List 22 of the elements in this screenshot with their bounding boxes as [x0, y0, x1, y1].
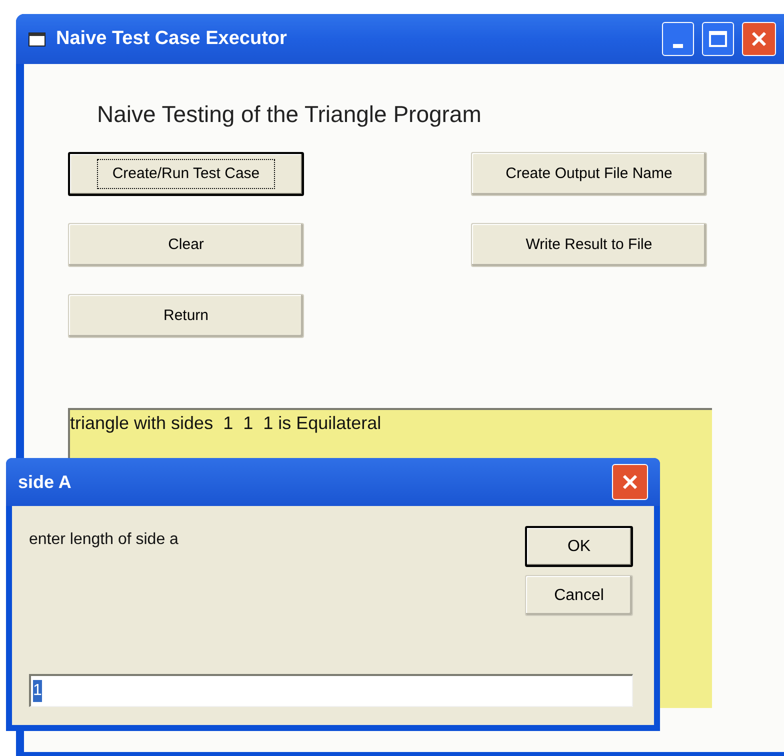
action-button[interactable]: Clear	[68, 223, 304, 267]
close-button[interactable]	[742, 22, 776, 56]
close-button[interactable]	[612, 464, 648, 500]
maximize-button[interactable]	[702, 22, 734, 56]
close-icon	[750, 30, 768, 48]
close-icon	[621, 473, 639, 491]
action-button[interactable]: Write Result to File	[471, 223, 707, 267]
action-button[interactable]: Create/Run Test Case	[68, 152, 304, 196]
output-text: triangle with sides 1 1 1 is Equilateral	[70, 413, 382, 433]
dialog-title: side A	[18, 470, 72, 494]
prompt-text: enter length of side a	[29, 530, 178, 550]
maximize-icon	[709, 31, 727, 47]
dialog-button[interactable]: OK	[525, 526, 633, 567]
action-button[interactable]: Create Output File Name	[471, 152, 707, 196]
minimize-icon	[673, 44, 683, 48]
window-icon	[28, 31, 46, 47]
window-title: Naive Test Case Executor	[56, 26, 287, 51]
minimize-button[interactable]	[662, 22, 694, 56]
dialog-button[interactable]: Cancel	[525, 575, 633, 616]
input-field[interactable]: 1	[29, 674, 633, 707]
heading: Naive Testing of the Triangle Program	[97, 100, 482, 129]
action-button[interactable]: Return	[68, 294, 304, 338]
